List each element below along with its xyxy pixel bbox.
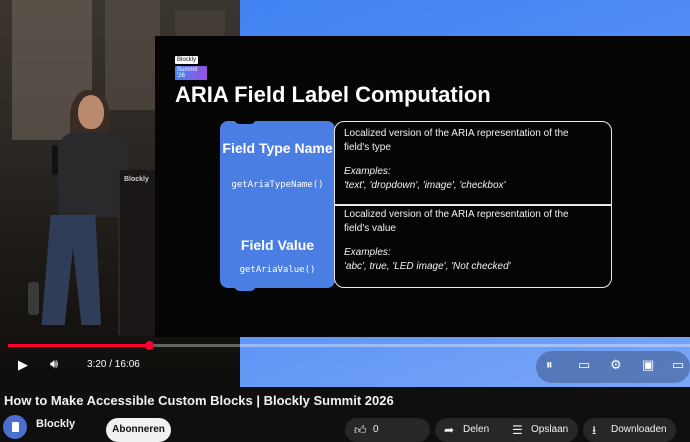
table-divider: [335, 204, 611, 206]
save-label: Opslaan: [531, 424, 569, 435]
function-value: getAriaValue(): [239, 265, 316, 275]
function-type-name: getAriaTypeName(): [231, 180, 324, 190]
video-player[interactable]: Blockly Blockly Summit '26 ARIA Field La…: [0, 0, 690, 387]
download-icon: ⭳: [592, 423, 597, 437]
subscribe-button[interactable]: Abonneren: [106, 418, 171, 442]
channel-name[interactable]: Blockly: [36, 418, 75, 430]
presentation-slide: Blockly Summit '26 ARIA Field Label Comp…: [155, 36, 690, 337]
volume-icon[interactable]: 🔊︎: [50, 356, 58, 372]
video-title: How to Make Accessible Custom Blocks | B…: [4, 393, 394, 408]
theater-mode-icon[interactable]: ▭: [672, 357, 684, 373]
water-bottle: [28, 282, 39, 315]
block-notch-bottom: [234, 285, 256, 291]
block-name-type: Field Type Name: [222, 140, 333, 156]
examples-text: 'text', 'dropdown', 'image', 'checkbox': [344, 180, 506, 191]
subtitles-icon[interactable]: ▭: [578, 357, 590, 373]
progress-played: [8, 344, 149, 347]
slide-title: ARIA Field Label Computation: [175, 82, 491, 107]
thumbs-up-icon: 👍︎: [354, 423, 367, 437]
summit-logo: Blockly Summit '26: [175, 56, 207, 80]
examples-label: Examples:: [344, 247, 391, 258]
time-display: 3:20 / 16:06: [87, 359, 140, 370]
description-cell-value: Localized version of the ARIA representa…: [344, 208, 594, 274]
channel-avatar[interactable]: [3, 415, 27, 439]
description-text: Localized version of the ARIA representa…: [344, 128, 569, 153]
autoplay-toggle-icon[interactable]: ⏸︎: [546, 357, 553, 373]
field-block: Field Type Name getAriaTypeName() Field …: [220, 118, 335, 291]
settings-gear-icon[interactable]: ⚙: [610, 357, 622, 373]
description-cell-type: Localized version of the ARIA representa…: [344, 127, 594, 193]
microphone: [52, 145, 58, 175]
download-button[interactable]: ⭳ Downloaden: [583, 418, 676, 442]
logo-line1: Blockly: [175, 56, 199, 64]
like-count: 0: [373, 424, 379, 435]
description-table: Localized version of the ARIA representa…: [334, 121, 612, 288]
download-label: Downloaden: [611, 424, 667, 435]
block-name-value: Field Value: [240, 237, 315, 253]
share-label: Delen: [463, 424, 490, 435]
save-icon: ☰: [512, 423, 523, 437]
podium-label: Blockly: [124, 176, 149, 183]
speaker-head: [78, 95, 104, 129]
examples-label: Examples:: [344, 166, 391, 177]
block-notch-top: [234, 118, 256, 124]
scrubber-handle[interactable]: [145, 341, 154, 350]
logo-line2: Summit '26: [175, 66, 207, 80]
play-icon[interactable]: ▶: [18, 357, 28, 373]
save-button[interactable]: ☰ Opslaan: [503, 418, 578, 442]
share-icon: ➦: [444, 423, 455, 437]
speaker-legs: [41, 215, 101, 325]
description-text: Localized version of the ARIA representa…: [344, 209, 569, 234]
miniplayer-icon[interactable]: ▣: [642, 357, 654, 373]
examples-text: 'abc', true, 'LED image', 'Not checked': [344, 261, 511, 272]
like-button[interactable]: 👍︎ 0: [345, 418, 430, 442]
wall-panel: [105, 0, 160, 110]
